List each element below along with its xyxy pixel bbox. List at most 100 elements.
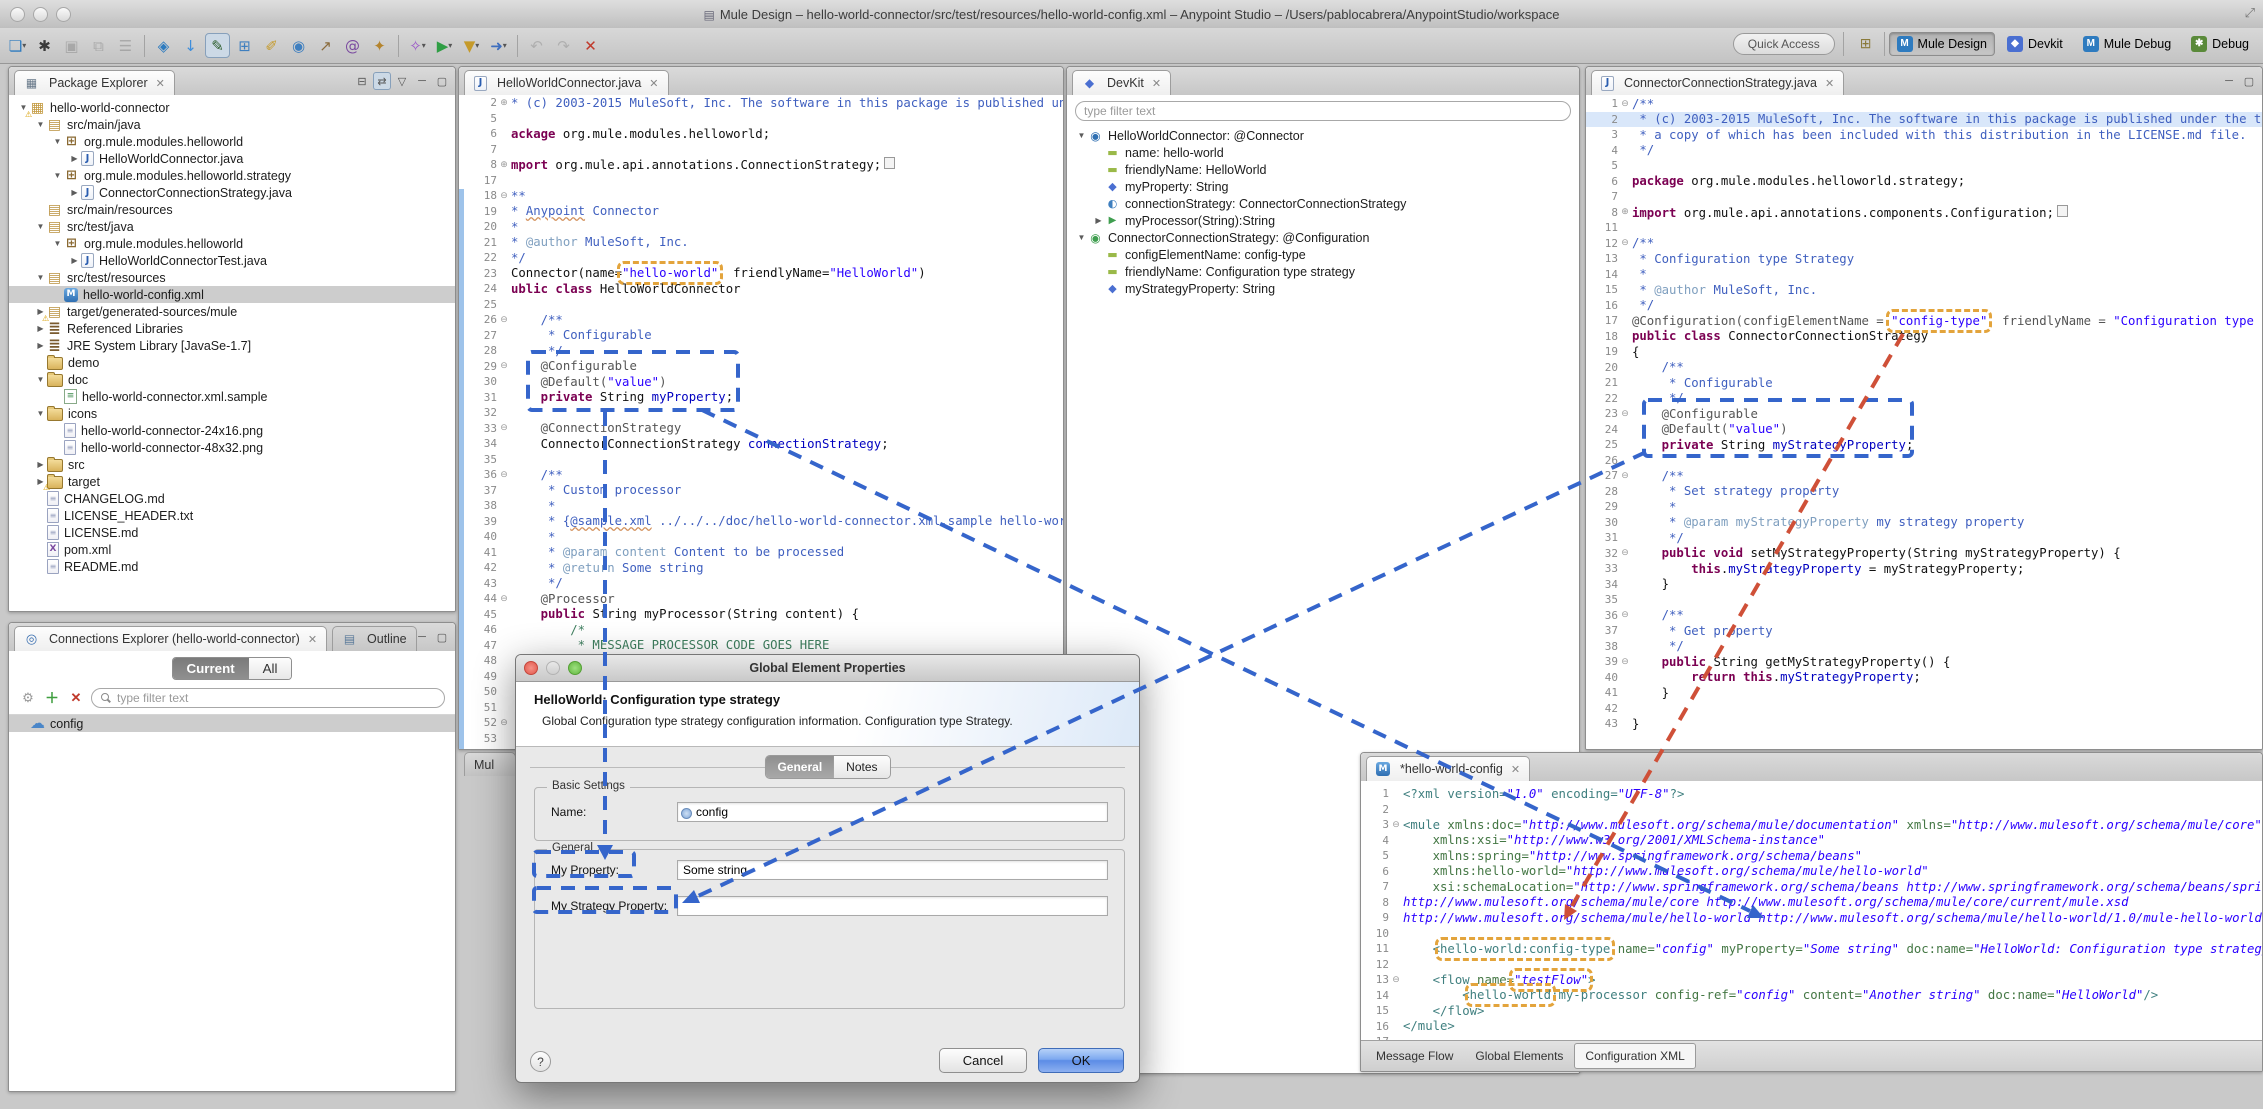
fold-marker-icon[interactable]: ⊖ [497, 423, 511, 433]
java-editor-connectorconnectionstrategy[interactable]: 1⊖/**2 * (c) 2003-2015 MuleSoft, Inc. Th… [1586, 95, 2262, 749]
fold-marker-icon[interactable]: ⊖ [1618, 610, 1632, 620]
tab-helloworldconnector-java[interactable]: HelloWorldConnector.java✕ [464, 70, 669, 95]
expand-arrow-icon[interactable]: ▼ [34, 273, 47, 282]
tab-hello-world-config[interactable]: *hello-world-config✕ [1366, 756, 1530, 781]
perspective-mule-design[interactable]: MMule Design [1889, 32, 1995, 56]
fold-marker-icon[interactable]: ⊖ [1618, 471, 1632, 481]
install-connector-button[interactable]: ⊞ [232, 33, 257, 58]
delete-connection-button[interactable]: ✕ [67, 689, 85, 707]
new-flow-button[interactable]: ✧ [405, 33, 430, 58]
new-wizard-button[interactable]: ❏ [5, 33, 30, 58]
fold-marker-icon[interactable]: ⊖ [1618, 657, 1632, 667]
fold-marker-icon[interactable]: ⊖ [497, 315, 511, 325]
my-strategy-property-field[interactable] [677, 896, 1108, 916]
tree-item-connectorconnectionstrategy-configuration[interactable]: ▼ConnectorConnectionStrategy: @Configura… [1067, 229, 1579, 246]
fold-marker-icon[interactable]: ⊕ [1618, 207, 1632, 217]
debug-attach-button[interactable]: ✱ [32, 33, 57, 58]
tree-item-target[interactable]: ▶target [9, 473, 455, 490]
tree-item-hello-world-connector[interactable]: ▼hello-world-connector [9, 99, 455, 116]
hidden-view-tab-fragment[interactable]: Mul [462, 752, 516, 776]
java-editor-helloworldconnector[interactable]: 2⊕* (c) 2003-2015 MuleSoft, Inc. The sof… [459, 95, 1063, 749]
tree-item-src-test-java[interactable]: ▼src/test/java [9, 218, 455, 235]
navigate-forward-button[interactable]: ➜ [486, 33, 511, 58]
tree-item-jre-system-library-javase-1-7[interactable]: ▶JRE System Library [JavaSe-1.7] [9, 337, 455, 354]
connections-settings-button[interactable]: ⚙ [19, 689, 37, 707]
close-tab-icon[interactable]: ✕ [1511, 763, 1520, 776]
collapse-all-button[interactable]: ⊟ [353, 72, 371, 90]
tab-devkit[interactable]: DevKit✕ [1072, 70, 1171, 95]
maximize-view-button[interactable]: ▢ [433, 628, 451, 646]
tab-outline[interactable]: Outline [332, 626, 417, 651]
close-tab-icon[interactable]: ✕ [156, 77, 165, 90]
expand-arrow-icon[interactable]: ▶ [34, 460, 47, 469]
expand-arrow-icon[interactable]: ▼ [34, 375, 47, 384]
tree-item-org-mule-modules-helloworld[interactable]: ▼org.mule.modules.helloworld [9, 235, 455, 252]
bottom-tab-global-elements[interactable]: Global Elements [1464, 1043, 1574, 1069]
tab-connections-explorer[interactable]: Connections Explorer (hello-world-connec… [14, 626, 327, 651]
fold-marker-icon[interactable]: ⊖ [497, 594, 511, 604]
tree-item-helloworldconnector-connector[interactable]: ▼HelloWorldConnector: @Connector [1067, 127, 1579, 144]
close-tab-icon[interactable]: ✕ [649, 77, 658, 90]
close-tab-icon[interactable]: ✕ [1825, 77, 1834, 90]
xml-editor-body[interactable]: 1<?xml version="1.0" encoding="UTF-8"?>2… [1361, 781, 2262, 1041]
tree-item-config[interactable]: config [9, 715, 455, 732]
bottom-tab-configuration-xml[interactable]: Configuration XML [1574, 1043, 1695, 1069]
import-connector-button[interactable]: ↓ [178, 33, 203, 58]
expand-arrow-icon[interactable]: ▶ [68, 154, 81, 163]
minimize-editor-button[interactable]: ─ [2220, 72, 2238, 90]
perspective-mule-debug[interactable]: MMule Debug [2075, 32, 2179, 56]
bottom-tab-message-flow[interactable]: Message Flow [1365, 1043, 1464, 1069]
fold-marker-icon[interactable]: ⊖ [1389, 975, 1403, 985]
tree-item-doc[interactable]: ▼doc [9, 371, 455, 388]
connections-filter-field[interactable]: type filter text [91, 688, 445, 708]
open-resource-button[interactable]: ▼ [459, 33, 484, 58]
tree-item-pom-xml[interactable]: pom.xml [9, 541, 455, 558]
tree-item-helloworldconnectortest-java[interactable]: ▶HelloWorldConnectorTest.java [9, 252, 455, 269]
fold-marker-icon[interactable]: ⊖ [497, 361, 511, 371]
dialog-tab-general[interactable]: General [765, 756, 834, 778]
tree-item-src[interactable]: ▶src [9, 456, 455, 473]
expand-arrow-icon[interactable]: ▼ [51, 239, 64, 248]
name-field[interactable] [677, 802, 1108, 822]
dialog-tab-notes[interactable]: Notes [834, 756, 889, 778]
fold-marker-icon[interactable]: ⊖ [1618, 409, 1632, 419]
tree-item-hello-world-connector-xml-sample[interactable]: hello-world-connector.xml.sample [9, 388, 455, 405]
tree-item-friendlyname-configuration-type-strategy[interactable]: friendlyName: Configuration type strateg… [1067, 263, 1579, 280]
fold-marker-icon[interactable]: ⊖ [497, 718, 511, 728]
perspective-debug[interactable]: ✱Debug [2183, 32, 2257, 56]
tree-item-connectionstrategy-connectorconnectionstrategy[interactable]: connectionStrategy: ConnectorConnectionS… [1067, 195, 1579, 212]
fold-marker-icon[interactable]: ⊕ [497, 98, 511, 108]
expand-arrow-icon[interactable]: ▼ [1075, 131, 1088, 140]
tree-item-license-md[interactable]: LICENSE.md [9, 524, 455, 541]
expand-arrow-icon[interactable]: ▼ [34, 409, 47, 418]
tree-item-src-main-java[interactable]: ▼src/main/java [9, 116, 455, 133]
generate-sources-button[interactable]: ✎ [205, 33, 230, 58]
tree-item-myprocessor-string-string[interactable]: ▶myProcessor(String):String [1067, 212, 1579, 229]
tree-item-connectorconnectionstrategy-java[interactable]: ▶ConnectorConnectionStrategy.java [9, 184, 455, 201]
fullscreen-icon[interactable]: ⤢ [2245, 5, 2255, 21]
my-property-field[interactable] [677, 860, 1108, 880]
expand-arrow-icon[interactable]: ▼ [51, 171, 64, 180]
view-menu-button[interactable]: ▽ [393, 72, 411, 90]
expand-arrow-icon[interactable]: ▶ [1092, 216, 1105, 225]
tree-item-hello-world-config-xml[interactable]: hello-world-config.xml [9, 286, 455, 303]
tree-item-demo[interactable]: demo [9, 354, 455, 371]
quick-access-button[interactable]: Quick Access [1733, 33, 1835, 55]
tree-item-src-main-resources[interactable]: src/main/resources [9, 201, 455, 218]
fold-marker-icon[interactable]: ⊖ [1618, 99, 1632, 109]
fold-marker-icon[interactable]: ⊖ [497, 470, 511, 480]
terminate-button[interactable]: ✕ [578, 33, 603, 58]
fold-marker-icon[interactable]: ⊖ [1618, 238, 1632, 248]
tree-item-src-test-resources[interactable]: ▼src/test/resources [9, 269, 455, 286]
tree-item-org-mule-modules-helloworld[interactable]: ▼org.mule.modules.helloworld [9, 133, 455, 150]
javadoc-at-button[interactable]: @ [340, 33, 365, 58]
expand-arrow-icon[interactable]: ▼ [1075, 233, 1088, 242]
tree-item-configelementname-config-type[interactable]: configElementName: config-type [1067, 246, 1579, 263]
add-connection-button[interactable]: ＋ [43, 689, 61, 707]
preview-documentation-button[interactable]: ◉ [286, 33, 311, 58]
link-with-editor-button[interactable]: ⇄ [373, 72, 391, 90]
fold-marker-icon[interactable]: ⊖ [1389, 820, 1403, 830]
fold-marker-icon[interactable]: ⊖ [1618, 548, 1632, 558]
perspective-open-perspective[interactable]: ⊞ [1852, 31, 1880, 56]
new-mule-project-button[interactable]: ◈ [151, 33, 176, 58]
